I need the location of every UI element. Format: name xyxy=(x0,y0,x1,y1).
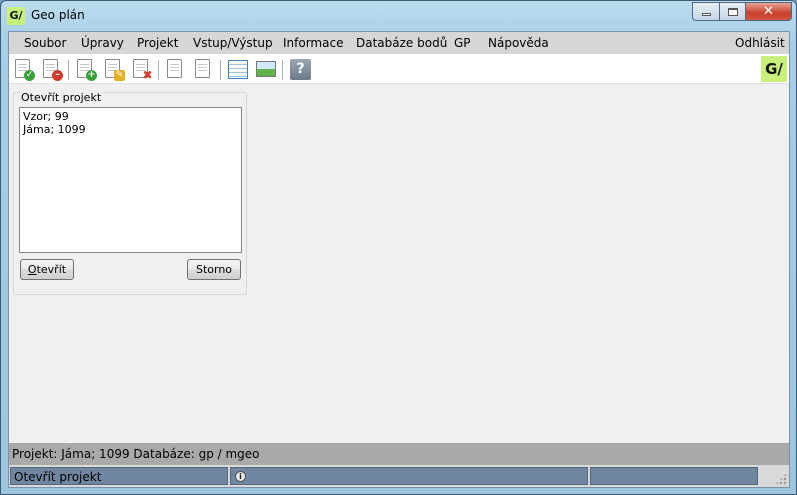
toolbar-button-open[interactable]: ✓ xyxy=(12,58,36,82)
client-area: Soubor Úpravy Projekt Vstup/Výstup Infor… xyxy=(8,31,790,488)
project-status-text: Projekt: Jáma; 1099 Databáze: gp / mgeo xyxy=(12,447,260,461)
toolbar-separator xyxy=(158,60,159,80)
open-button-label: tevřít xyxy=(36,263,67,276)
menu-databaze-bodu[interactable]: Databáze bodů xyxy=(356,36,447,50)
table-icon xyxy=(228,60,248,79)
project-status-bar: Projekt: Jáma; 1099 Databáze: gp / mgeo xyxy=(9,443,789,465)
toolbar-button-table[interactable] xyxy=(226,58,250,82)
menu-informace[interactable]: Informace xyxy=(283,36,343,50)
open-button-accel: O xyxy=(27,263,37,276)
panel-legend: Otevřít projekt xyxy=(20,91,103,104)
menu-vstup-vystup[interactable]: Vstup/Výstup xyxy=(193,36,273,50)
resize-grip[interactable] xyxy=(775,473,787,485)
open-button[interactable]: Otevřít xyxy=(20,259,74,280)
menu-napoveda[interactable]: Nápověda xyxy=(488,36,549,50)
maximize-icon xyxy=(727,7,738,16)
toolbar-button-help[interactable]: ? xyxy=(288,58,312,82)
app-logo: G/ xyxy=(761,56,787,82)
minimize-icon xyxy=(701,13,711,16)
list-item[interactable]: Jáma; 1099 xyxy=(20,123,241,136)
app-icon[interactable]: G/ xyxy=(7,7,25,25)
toolbar-button-close-project[interactable]: – xyxy=(40,58,64,82)
title-bar[interactable]: G/ Geo plán ✕ xyxy=(1,1,796,31)
toolbar-button-list[interactable] xyxy=(164,58,188,82)
close-icon: ✕ xyxy=(763,4,774,19)
toolbar-separator xyxy=(68,60,69,80)
document-delete-icon: ✖ xyxy=(142,68,153,82)
help-icon: ? xyxy=(290,59,311,80)
open-project-panel: Otevřít projekt Vzor; 99 Jáma; 1099 Otev… xyxy=(13,91,247,295)
close-button[interactable]: ✕ xyxy=(745,2,792,21)
project-list[interactable]: Vzor; 99 Jáma; 1099 xyxy=(19,107,242,253)
window-controls: ✕ xyxy=(692,2,792,21)
bottom-status-bar: Otevřít projekt i xyxy=(9,465,789,487)
menu-soubor[interactable]: Soubor xyxy=(24,36,66,50)
menu-upravy[interactable]: Úpravy xyxy=(81,36,124,50)
document-add-icon: + xyxy=(86,70,97,81)
toolbar-button-text[interactable] xyxy=(192,58,216,82)
status-pane-progress: i xyxy=(230,467,588,485)
list-item[interactable]: Vzor; 99 xyxy=(20,110,241,123)
main-window: G/ Geo plán ✕ Soubor Úpravy Projekt Vstu… xyxy=(0,0,797,495)
menu-logout[interactable]: Odhlásit xyxy=(735,36,785,50)
image-icon xyxy=(256,61,276,77)
menu-bar: Soubor Úpravy Projekt Vstup/Výstup Infor… xyxy=(9,32,789,54)
cancel-button[interactable]: Storno xyxy=(187,259,241,280)
menu-projekt[interactable]: Projekt xyxy=(137,36,178,50)
info-icon: i xyxy=(235,471,246,482)
toolbar-button-new[interactable]: + xyxy=(74,58,98,82)
toolbar-separator xyxy=(282,60,283,80)
status-pane-main: Otevřít projekt xyxy=(10,467,228,485)
document-edit-icon: ✎ xyxy=(114,70,125,81)
document-remove-icon: – xyxy=(52,70,63,81)
window-title: Geo plán xyxy=(31,8,85,22)
toolbar-separator xyxy=(220,60,221,80)
toolbar-button-edit[interactable]: ✎ xyxy=(102,58,126,82)
menu-gp[interactable]: GP xyxy=(454,36,471,50)
toolbar-button-image[interactable] xyxy=(254,58,278,82)
minimize-button[interactable] xyxy=(692,2,719,21)
document-list-icon xyxy=(167,59,182,78)
toolbar-button-delete[interactable]: ✖ xyxy=(130,58,154,82)
toolbar: ✓ – + ✎ ✖ ? G/ xyxy=(9,54,789,84)
document-text-icon xyxy=(195,59,210,78)
status-pane-extra xyxy=(590,467,758,485)
document-check-icon: ✓ xyxy=(24,70,35,81)
maximize-button[interactable] xyxy=(719,2,745,21)
status-pane-text: Otevřít projekt xyxy=(14,470,102,484)
